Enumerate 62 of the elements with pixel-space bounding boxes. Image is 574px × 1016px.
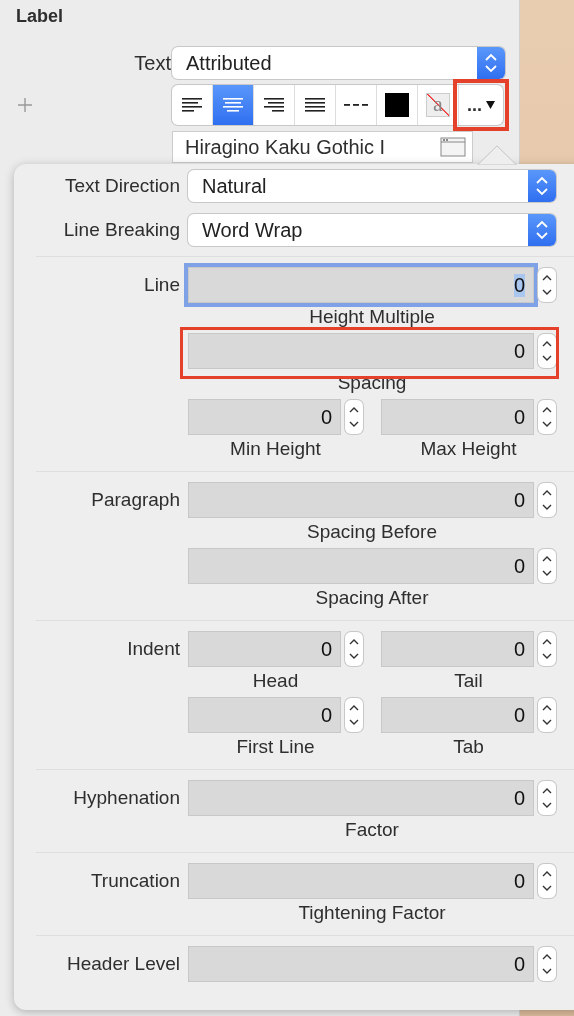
number-field[interactable]: 0 (381, 399, 534, 435)
section-title: Label (16, 6, 63, 27)
field-label: Hyphenation (72, 786, 180, 810)
caret-icon (486, 101, 495, 109)
number-field[interactable]: 0 (188, 548, 534, 584)
chevron-icon (484, 52, 498, 74)
stepper[interactable] (538, 334, 556, 368)
alignment-icon (222, 98, 244, 112)
popup-button[interactable]: Word Wrap (188, 214, 556, 246)
field-caption: Head (252, 669, 299, 693)
field-caption: Spacing Before (307, 520, 437, 544)
stepper[interactable] (538, 483, 556, 517)
field-caption: Factor (345, 818, 399, 842)
stepper[interactable] (538, 781, 556, 815)
field-label: Paragraph (90, 488, 180, 512)
number-field[interactable]: 0 (188, 333, 534, 369)
number-field[interactable]: 0 (188, 946, 534, 982)
number-field[interactable]: 0 (188, 631, 341, 667)
field-caption: Height Multiple (309, 305, 435, 329)
stepper[interactable] (538, 549, 556, 583)
field-caption: Spacing After (315, 586, 429, 610)
field-caption: Tab (453, 735, 484, 759)
field-label: Indent (126, 637, 180, 661)
number-field[interactable]: 0 (381, 631, 534, 667)
number-field[interactable]: 0 (188, 399, 341, 435)
alignment-icon (304, 98, 326, 112)
field-label: Line (143, 273, 180, 297)
dashes-icon (344, 103, 368, 107)
field-caption: Tail (454, 669, 483, 693)
field-caption: Min Height (230, 437, 321, 461)
field-label: Text (134, 51, 171, 75)
stepper[interactable] (538, 400, 556, 434)
font-field[interactable]: Hiragino Kaku Gothic I (172, 131, 473, 163)
stepper[interactable] (538, 864, 556, 898)
number-field[interactable]: 0 (188, 697, 341, 733)
field-label: Truncation (89, 869, 180, 893)
field-caption: Max Height (420, 437, 517, 461)
stepper[interactable] (345, 698, 363, 732)
field-caption: First Line (236, 735, 315, 759)
stepper[interactable] (538, 632, 556, 666)
number-field[interactable]: 0 (381, 697, 534, 733)
number-field[interactable]: 0 (188, 863, 534, 899)
field-caption: Tightening Factor (298, 901, 446, 925)
alignment-icon (181, 98, 203, 112)
chevron-icon (535, 219, 549, 241)
stepper[interactable] (538, 268, 556, 302)
text-type-popup[interactable]: Attributed (172, 47, 505, 79)
font-panel-icon (440, 137, 466, 157)
stepper[interactable] (538, 947, 556, 981)
color-swatch (385, 93, 409, 117)
field-label: Header Level (65, 952, 180, 976)
alignment-icon (263, 98, 285, 112)
field-label: Line Breaking (62, 218, 180, 242)
chevron-icon (535, 175, 549, 197)
stepper[interactable] (538, 698, 556, 732)
stepper[interactable] (345, 632, 363, 666)
number-field[interactable]: 0 (188, 780, 534, 816)
popup-button[interactable]: Natural (188, 170, 556, 202)
number-field[interactable]: 0 (188, 482, 534, 518)
field-label: Text Direction (63, 174, 180, 198)
stepper[interactable] (345, 400, 363, 434)
more-options-button[interactable]: ... (459, 85, 503, 125)
